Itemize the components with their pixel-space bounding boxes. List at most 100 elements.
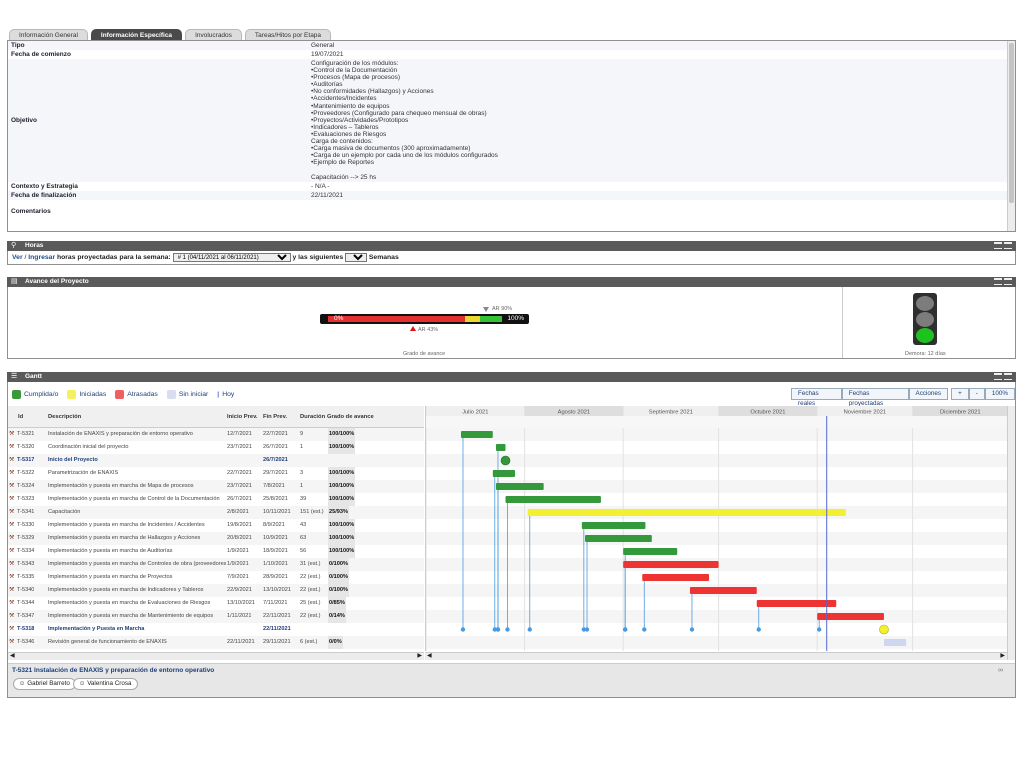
- scroll-left-icon[interactable]: ◀: [427, 652, 432, 659]
- dependency-dot: [642, 627, 647, 632]
- ver-link[interactable]: Ver: [12, 254, 23, 261]
- table-row[interactable]: ⚒ T-5335 Implementación y puesta en marcha…: [8, 571, 424, 584]
- collapse-icon[interactable]: [994, 278, 1002, 285]
- scroll-right-icon[interactable]: ▶: [417, 652, 422, 659]
- table-row[interactable]: ⚒ T-5320 Coordinación inicial del proyecto…: [8, 441, 424, 454]
- table-row[interactable]: ⚒ T-5324 Implementación y puesta en marcha…: [8, 480, 424, 493]
- person-chip-gabriel[interactable]: ☺ Gabriel Barreto: [13, 678, 76, 690]
- gantt-bar[interactable]: [495, 483, 544, 490]
- zoom-in-button[interactable]: +: [951, 388, 969, 400]
- legend-sin-iniciar: Sin iniciar: [166, 390, 208, 399]
- person-chip-valentina[interactable]: ☺ Valentina Crosa: [73, 678, 138, 690]
- table-row[interactable]: ⚒ T-5330 Implementación y puesta en marcha…: [8, 519, 424, 532]
- objetivo-line: •Carga de un ejemplo por cada uno de los…: [311, 152, 498, 160]
- gantt-bar[interactable]: [883, 639, 907, 646]
- table-row[interactable]: ⚒ T-5329 Implementación y puesta en marcha…: [8, 532, 424, 545]
- month-label: Diciembre 2021: [940, 410, 981, 416]
- row-dur: 22 (est.): [300, 587, 321, 593]
- objetivo-line: •Control de la Documentación: [311, 67, 398, 75]
- row-start: 1/9/2021: [227, 561, 249, 567]
- dependency-dot: [689, 627, 695, 632]
- row-desc: Parametrización de ENAXIS: [48, 470, 119, 476]
- row-dur: 25 (est.): [300, 600, 321, 606]
- legend-label: Iniciadas: [79, 391, 107, 398]
- gantt-bar[interactable]: [623, 548, 678, 555]
- gantt-bar[interactable]: [505, 496, 601, 503]
- gantt-vscrollbar[interactable]: [1007, 406, 1015, 660]
- table-row[interactable]: ⚒ T-5318 Implementación y Puesta en Marcha…: [8, 623, 424, 636]
- table-row[interactable]: ⚒ T-5323 Implementación y puesta en marcha…: [8, 493, 424, 506]
- gantt-bar[interactable]: [495, 444, 506, 451]
- chart-hscrollbar[interactable]: ◀ ▶: [425, 652, 1007, 660]
- table-row[interactable]: ⚒ T-5322 Parametrización de ENAXIS 22/7/202…: [8, 467, 424, 480]
- zoom-level-button[interactable]: 100%: [984, 388, 1015, 400]
- fechas-reales-button[interactable]: Fechas reales: [791, 388, 842, 407]
- gantt-title: Gantt: [25, 373, 42, 380]
- info-scroll-thumb[interactable]: [1009, 43, 1014, 203]
- collapse-icon[interactable]: [994, 242, 1002, 249]
- row-stripe: [426, 636, 1007, 649]
- row-dur: 31 (est.): [300, 561, 321, 567]
- month-label: Octubre 2021: [750, 410, 785, 416]
- horas-text2: y las siguientes: [292, 254, 344, 261]
- dependency-dot: [584, 627, 590, 632]
- link-icon[interactable]: ∞: [998, 667, 1003, 674]
- gantt-grid-rows: ⚒ T-5321 Instalación de ENAXIS y preparaci…: [8, 428, 424, 649]
- row-end: 26/7/2021: [263, 457, 288, 463]
- fechas-proyectadas-button[interactable]: Fechas proyectadas: [841, 388, 909, 407]
- col-duracion[interactable]: Duración: [300, 414, 325, 420]
- acciones-button[interactable]: Acciones: [908, 388, 949, 400]
- maximize-icon[interactable]: [1004, 242, 1012, 249]
- row-desc: Implementación y puesta en marcha de Man…: [48, 613, 214, 619]
- week-select[interactable]: # 1 (04/11/2021 al 06/11/2021): [172, 252, 291, 262]
- scroll-right-icon[interactable]: ▶: [1000, 652, 1005, 659]
- col-id[interactable]: Id: [18, 414, 23, 420]
- row-end: 10/9/2021: [263, 535, 288, 541]
- gantt-bar[interactable]: [585, 535, 652, 542]
- month-label: Julio 2021: [462, 410, 488, 416]
- table-row[interactable]: ⚒ T-5347 Implementación y puesta en marcha…: [8, 610, 424, 623]
- horas-window-controls[interactable]: [994, 242, 1012, 249]
- ingresar-link[interactable]: Ingresar: [28, 254, 55, 261]
- collapse-icon[interactable]: [994, 373, 1002, 380]
- maximize-icon[interactable]: [1004, 373, 1012, 380]
- col-grado[interactable]: Grado de avance: [327, 414, 374, 420]
- gantt-bar[interactable]: [581, 522, 646, 529]
- col-descripcion[interactable]: Descripción: [48, 414, 81, 420]
- col-inicio[interactable]: Inicio Prev.: [227, 414, 258, 420]
- scroll-left-icon[interactable]: ◀: [10, 652, 15, 659]
- gantt-bar[interactable]: [642, 574, 710, 581]
- table-row[interactable]: ⚒ T-5334 Implementación y puesta en marcha…: [8, 545, 424, 558]
- gantt-bar[interactable]: [756, 600, 837, 607]
- info-scrollbar[interactable]: [1007, 41, 1015, 231]
- gantt-bar[interactable]: [527, 509, 846, 516]
- month-label: Agosto 2021: [558, 410, 591, 416]
- weeks-count-select[interactable]: 3: [345, 252, 367, 262]
- task-icon: ⚒: [9, 444, 15, 450]
- grid-hscrollbar[interactable]: ◀ ▶: [8, 652, 424, 660]
- table-row[interactable]: ⚒ T-5343 Implementación y puesta en marcha…: [8, 558, 424, 571]
- table-row[interactable]: ⚒ T-5317 Inicio del Proyecto 26/7/2021: [8, 454, 424, 467]
- task-icon: ⚒: [9, 522, 15, 528]
- objetivo-line: •Carga masiva de documentos (300 aproxim…: [311, 145, 471, 153]
- traffic-light-icon: [913, 293, 937, 345]
- table-row[interactable]: ⚒ T-5321 Instalación de ENAXIS y preparaci…: [8, 428, 424, 441]
- table-row[interactable]: ⚒ T-5344 Implementación y puesta en marcha…: [8, 597, 424, 610]
- gantt-bar[interactable]: [623, 561, 719, 568]
- row-id: T-5321: [17, 431, 35, 437]
- table-row[interactable]: ⚒ T-5341 Capacitación 2/8/2021 10/11/2021 151…: [8, 506, 424, 519]
- dependency-dot: [527, 627, 532, 632]
- table-row[interactable]: ⚒ T-5346 Revisión general de funcionamient…: [8, 636, 424, 649]
- gantt-bar[interactable]: [689, 587, 757, 594]
- table-row[interactable]: ⚒ T-5340 Implementación y puesta en marcha…: [8, 584, 424, 597]
- avance-window-controls[interactable]: [994, 278, 1012, 285]
- maximize-icon[interactable]: [1004, 278, 1012, 285]
- gantt-window-controls[interactable]: [994, 373, 1012, 380]
- row-end: 10/11/2021: [263, 509, 291, 515]
- zoom-out-button[interactable]: -: [968, 388, 985, 400]
- gantt-bar[interactable]: [492, 470, 516, 477]
- gantt-bar[interactable]: [460, 431, 493, 438]
- today-marker-icon: |: [217, 391, 220, 398]
- col-fin[interactable]: Fin Prev.: [263, 414, 287, 420]
- row-end: 8/9/2021: [263, 522, 285, 528]
